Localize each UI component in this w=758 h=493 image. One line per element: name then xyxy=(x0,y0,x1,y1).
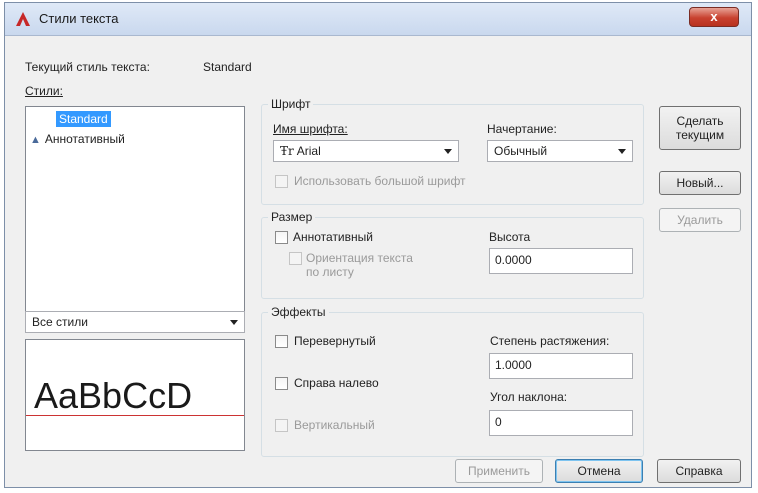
upside-down-label: Перевернутый xyxy=(294,334,376,348)
dialog-body: Текущий стиль текста: Standard Стили: St… xyxy=(5,36,751,487)
backwards-checkbox[interactable] xyxy=(275,377,288,390)
window-title: Стили текста xyxy=(39,11,119,26)
set-current-label-line1: Сделать xyxy=(676,114,724,128)
close-button[interactable]: x xyxy=(689,7,739,27)
annotative-checkbox[interactable] xyxy=(275,231,288,244)
styles-list[interactable]: Standard ▲ Аннотативный xyxy=(25,106,245,324)
font-style-value: Обычный xyxy=(494,144,548,158)
width-factor-label: Степень растяжения: xyxy=(490,334,610,348)
chevron-down-icon xyxy=(618,149,626,154)
new-style-button[interactable]: Новый... xyxy=(659,171,741,195)
cancel-button[interactable]: Отмена xyxy=(555,459,643,483)
big-font-label: Использовать большой шрифт xyxy=(294,174,466,188)
width-factor-input[interactable]: 1.0000 xyxy=(489,353,633,379)
oblique-angle-value: 0 xyxy=(495,415,502,429)
delete-style-button[interactable]: Удалить xyxy=(659,208,741,232)
height-label: Высота xyxy=(489,230,531,244)
font-name-value-wrap: Ŧr Arial xyxy=(280,144,321,158)
big-font-checkbox[interactable] xyxy=(275,175,288,188)
styles-label: Стили: xyxy=(25,84,63,98)
current-style-label: Текущий стиль текста: xyxy=(25,60,150,74)
orientation-label-line1: Ориентация текста xyxy=(306,251,413,265)
set-current-button[interactable]: Сделать текущим xyxy=(659,106,741,150)
apply-button[interactable]: Применить xyxy=(455,459,543,483)
style-item-annotative[interactable]: ▲ Аннотативный xyxy=(30,131,125,147)
current-style-value: Standard xyxy=(203,60,252,74)
preview-sample-text: AaBbCcD xyxy=(34,375,193,416)
text-style-dialog: Стили текста x Текущий стиль текста: Sta… xyxy=(4,2,752,488)
apply-label: Применить xyxy=(467,464,530,478)
style-item-standard[interactable]: Standard xyxy=(56,111,111,127)
oblique-angle-label: Угол наклона: xyxy=(490,390,568,404)
cancel-label: Отмена xyxy=(577,464,621,478)
font-name-value: Arial xyxy=(296,144,321,158)
orientation-label-line2: по листу xyxy=(306,265,354,279)
style-preview: AaBbCcD xyxy=(25,339,245,451)
height-value: 0.0000 xyxy=(495,253,532,267)
styles-filter-value: Все стили xyxy=(32,315,88,329)
preview-baseline xyxy=(26,415,244,416)
effects-group-title: Эффекты xyxy=(268,305,329,319)
close-icon: x xyxy=(710,9,718,24)
width-factor-value: 1.0000 xyxy=(495,358,532,372)
vertical-checkbox[interactable] xyxy=(275,419,288,432)
font-style-select[interactable]: Обычный xyxy=(487,140,633,162)
height-input[interactable]: 0.0000 xyxy=(489,248,633,274)
help-label: Справка xyxy=(675,464,723,478)
style-item-label: Аннотативный xyxy=(44,132,125,146)
upside-down-checkbox[interactable] xyxy=(275,335,288,348)
annotative-label: Аннотативный xyxy=(293,230,373,244)
annotative-triangle-icon: ▲ xyxy=(30,134,41,146)
styles-filter-select[interactable]: Все стили xyxy=(25,311,245,333)
backwards-label: Справа налево xyxy=(294,376,379,390)
orientation-checkbox[interactable] xyxy=(289,252,302,265)
new-style-label: Новый... xyxy=(676,176,724,190)
help-button[interactable]: Справка xyxy=(657,459,741,483)
truetype-font-icon: Ŧr xyxy=(280,144,294,158)
title-bar[interactable]: Стили текста x xyxy=(5,3,751,36)
chevron-down-icon xyxy=(230,320,238,325)
chevron-down-icon xyxy=(444,149,452,154)
font-style-label: Начертание: xyxy=(487,122,557,136)
font-name-select[interactable]: Ŧr Arial xyxy=(273,140,459,162)
size-group-title: Размер xyxy=(268,210,316,224)
oblique-angle-input[interactable]: 0 xyxy=(489,410,633,436)
vertical-label: Вертикальный xyxy=(294,418,375,432)
delete-style-label: Удалить xyxy=(677,213,723,227)
font-name-label: Имя шрифта: xyxy=(273,122,348,136)
autocad-logo-icon xyxy=(16,12,30,26)
font-group-title: Шрифт xyxy=(268,97,314,111)
set-current-label-line2: текущим xyxy=(675,128,725,142)
